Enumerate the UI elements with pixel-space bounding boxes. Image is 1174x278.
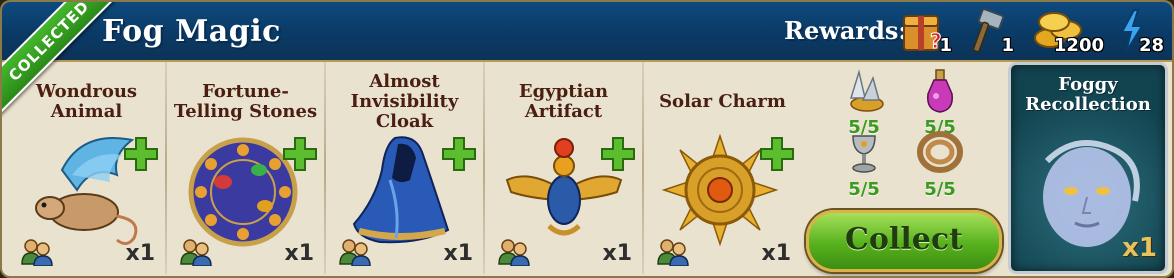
ask-friends-icon[interactable] xyxy=(338,238,372,266)
collection-item-solar-charm[interactable]: Solar Charm x1 xyxy=(644,60,801,276)
reward-coins: 1200 xyxy=(1028,8,1104,58)
crystal-gold-icon xyxy=(849,69,884,112)
add-plus-icon[interactable] xyxy=(759,136,795,172)
item-name-line: Cloak xyxy=(375,111,434,132)
item-quantity: x1 xyxy=(761,241,792,266)
reward-hammer-value: 1 xyxy=(1001,35,1014,56)
item-name-line: Telling Stones xyxy=(173,101,318,122)
reward-mystery-chest-value: 1 xyxy=(939,35,952,56)
item-quantity: x1 xyxy=(284,241,315,266)
collection-panel: Fog Magic Rewards: ? 1 1 1200 28 COLLECT… xyxy=(0,0,1174,278)
material-goblet[interactable]: 5/5 xyxy=(832,130,896,200)
ask-friends-icon[interactable] xyxy=(656,238,690,266)
material-count: 5/5 xyxy=(848,179,880,200)
ask-friends-icon[interactable] xyxy=(179,238,213,266)
add-plus-icon[interactable] xyxy=(123,136,159,172)
collection-item-wondrous-animal[interactable]: Wondrous Animal x1 xyxy=(8,60,165,276)
mystery-chest-icon: ? xyxy=(903,15,942,54)
item-name-line: Wondrous xyxy=(35,81,138,102)
material-crystal-gold[interactable]: 5/5 xyxy=(832,68,896,138)
goblet-icon xyxy=(852,135,876,173)
item-name-line: Almost xyxy=(369,71,440,92)
item-name-line: Egyptian xyxy=(518,81,609,102)
material-rope[interactable]: 5/5 xyxy=(908,130,972,200)
reward-energy-value: 28 xyxy=(1138,35,1164,56)
rewards-label: Rewards: xyxy=(784,16,908,45)
item-name: Solar Charm xyxy=(644,92,801,112)
collection-item-fortune-telling-stones[interactable]: Fortune- Telling Stones x1 xyxy=(167,60,324,276)
ask-friends-icon[interactable] xyxy=(497,238,531,266)
collection-item-invisibility-cloak[interactable]: Almost Invisibility Cloak x1 xyxy=(326,60,483,276)
item-name-line: Artifact xyxy=(524,101,603,122)
result-name-line: Recollection xyxy=(1025,94,1151,115)
hammer-icon xyxy=(972,8,1004,53)
item-name-line: Animal xyxy=(50,101,123,122)
item-quantity: x1 xyxy=(443,241,474,266)
potion-bottle-icon xyxy=(927,69,953,113)
add-plus-icon[interactable] xyxy=(282,136,318,172)
rope-coil-icon xyxy=(917,131,963,173)
item-name: Fortune- Telling Stones xyxy=(167,82,324,122)
add-plus-icon[interactable] xyxy=(441,136,477,172)
ask-friends-icon[interactable] xyxy=(20,238,54,266)
panel-header: Fog Magic Rewards: ? 1 1 1200 28 xyxy=(2,2,1172,62)
item-name-line: Fortune- xyxy=(202,81,289,102)
item-name: Egyptian Artifact xyxy=(485,82,642,122)
item-name-line: Solar Charm xyxy=(659,91,786,112)
material-count: 5/5 xyxy=(924,179,956,200)
result-name: Foggy Recollection xyxy=(1011,75,1165,115)
item-quantity: x1 xyxy=(602,241,633,266)
collect-button[interactable]: Collect xyxy=(806,210,1002,272)
collection-item-egyptian-artifact[interactable]: Egyptian Artifact x1 xyxy=(485,60,642,276)
add-plus-icon[interactable] xyxy=(600,136,636,172)
reward-energy: 28 xyxy=(1118,8,1164,58)
result-quantity: x1 xyxy=(1122,233,1157,263)
item-name-line: Invisibility xyxy=(350,91,459,112)
reward-coins-value: 1200 xyxy=(1053,35,1104,56)
reward-mystery-chest: ? 1 xyxy=(900,8,952,58)
collection-reward-foggy-recollection[interactable]: Foggy Recollection x1 xyxy=(1008,62,1168,274)
item-quantity: x1 xyxy=(125,241,156,266)
result-name-line: Foggy xyxy=(1058,74,1118,95)
collection-title: Fog Magic xyxy=(102,14,281,49)
material-potion[interactable]: 5/5 xyxy=(908,68,972,138)
reward-hammer: 1 xyxy=(964,8,1014,58)
item-name: Almost Invisibility Cloak xyxy=(326,72,483,132)
item-name: Wondrous Animal xyxy=(8,82,165,122)
